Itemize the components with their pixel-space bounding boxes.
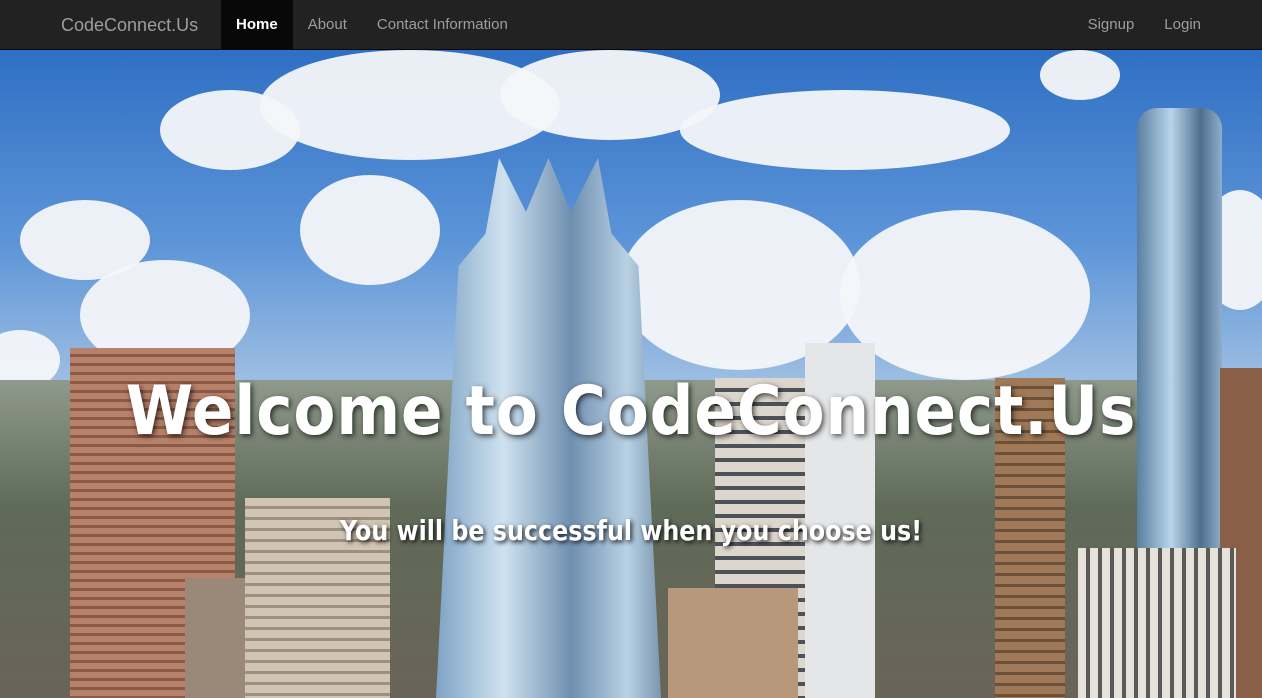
nav-right-group: Signup Login	[1073, 0, 1216, 50]
nav-signup-link[interactable]: Signup	[1073, 0, 1150, 50]
cloud	[300, 175, 440, 285]
hero-section: Welcome to CodeConnect.Us You will be su…	[0, 50, 1262, 698]
hero-subtitle: You will be successful when you choose u…	[339, 514, 923, 547]
foreground-building	[668, 588, 798, 698]
cloud	[680, 90, 1010, 170]
brand-link[interactable]: CodeConnect.Us	[61, 0, 198, 50]
hero-title: Welcome to CodeConnect.Us	[125, 372, 1137, 451]
nav-left-group: Home About Contact Information	[221, 0, 523, 50]
nav-about-link[interactable]: About	[293, 0, 362, 50]
nav-home-link[interactable]: Home	[221, 0, 293, 50]
top-navbar: CodeConnect.Us Home About Contact Inform…	[0, 0, 1262, 50]
nav-login-link[interactable]: Login	[1149, 0, 1216, 50]
foreground-building	[1078, 548, 1236, 698]
nav-contact-link[interactable]: Contact Information	[362, 0, 523, 50]
cloud	[1040, 50, 1120, 100]
cloud	[840, 210, 1090, 380]
